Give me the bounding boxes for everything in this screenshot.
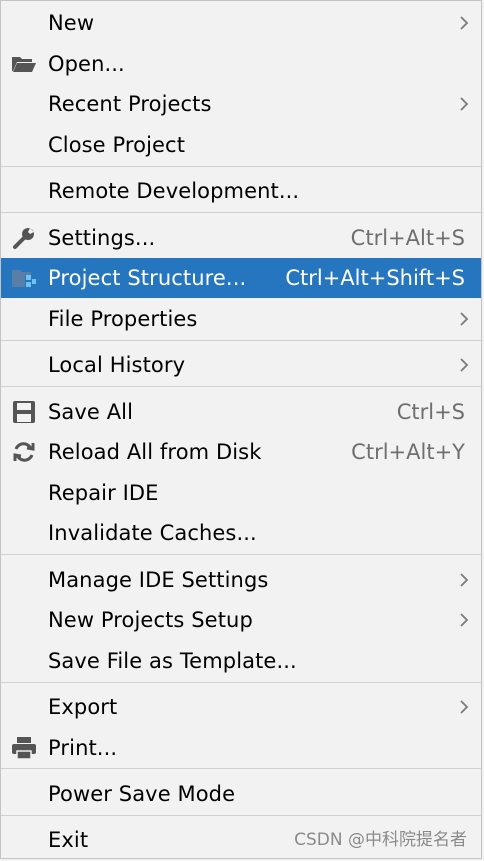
menu-item-local-history[interactable]: Local History [1, 345, 481, 385]
reload-icon [11, 439, 37, 465]
menu-item-save-file-as-template[interactable]: Save File as Template... [1, 641, 481, 681]
shortcut-text: Ctrl+Alt+Y [351, 440, 465, 464]
menu-separator [1, 340, 481, 341]
menu-separator [1, 815, 481, 816]
shortcut-text: Ctrl+S [396, 400, 465, 424]
menu-item-recent-projects[interactable]: Recent Projects [1, 84, 481, 124]
menu-item-settings[interactable]: Settings... Ctrl+Alt+S [1, 218, 481, 258]
menu-item-label: Manage IDE Settings [48, 568, 269, 592]
menu-separator [1, 212, 481, 213]
menu-item-new-projects-setup[interactable]: New Projects Setup [1, 600, 481, 640]
save-icon [11, 399, 37, 425]
project-structure-icon [11, 265, 37, 291]
menu-item-label: New Projects Setup [48, 608, 253, 632]
menu-item-label: Remote Development... [48, 179, 300, 203]
menu-item-label: Invalidate Caches... [48, 521, 257, 545]
menu-separator [1, 682, 481, 683]
menu-item-label: File Properties [48, 307, 198, 331]
chevron-right-icon [460, 358, 469, 372]
printer-icon [11, 735, 37, 761]
menu-separator [1, 386, 481, 387]
wrench-icon [11, 225, 37, 251]
menu-item-save-all[interactable]: Save All Ctrl+S [1, 392, 481, 432]
chevron-right-icon [460, 613, 469, 627]
shortcut-text: Ctrl+Alt+S [350, 226, 465, 250]
menu-item-close-project[interactable]: Close Project [1, 125, 481, 165]
menu-item-label: Reload All from Disk [48, 440, 262, 464]
menu-separator [1, 166, 481, 167]
menu-separator [1, 768, 481, 769]
menu-item-file-properties[interactable]: File Properties [1, 299, 481, 339]
menu-item-label: Recent Projects [48, 92, 212, 116]
menu-item-project-structure[interactable]: Project Structure... Ctrl+Alt+Shift+S [1, 258, 481, 298]
menu-item-new[interactable]: New [1, 3, 481, 43]
menu-item-label: Save File as Template... [48, 649, 297, 673]
menu-separator [1, 554, 481, 555]
chevron-right-icon [460, 573, 469, 587]
menu-item-label: Close Project [48, 133, 186, 157]
menu-item-manage-ide-settings[interactable]: Manage IDE Settings [1, 560, 481, 600]
menu-item-label: Print... [48, 736, 118, 760]
menu-item-remote-development[interactable]: Remote Development... [1, 171, 481, 211]
menu-item-power-save-mode[interactable]: Power Save Mode [1, 774, 481, 814]
menu-item-open[interactable]: Open... [1, 44, 481, 84]
menu-item-reload-all-from-disk[interactable]: Reload All from Disk Ctrl+Alt+Y [1, 432, 481, 472]
menu-item-label: Save All [48, 400, 134, 424]
menu-item-label: Exit [48, 828, 89, 852]
menu-item-label: Settings... [48, 226, 156, 250]
menu-item-print[interactable]: Print... [1, 728, 481, 768]
shortcut-text: Ctrl+Alt+Shift+S [285, 266, 465, 290]
folder-open-icon [11, 51, 37, 77]
chevron-right-icon [460, 97, 469, 111]
menu-item-label: Export [48, 695, 118, 719]
menu-item-label: Project Structure... [48, 266, 247, 290]
menu-item-invalidate-caches[interactable]: Invalidate Caches... [1, 513, 481, 553]
menu-item-repair-ide[interactable]: Repair IDE [1, 473, 481, 513]
chevron-right-icon [460, 700, 469, 714]
chevron-right-icon [460, 312, 469, 326]
menu-item-export[interactable]: Export [1, 687, 481, 727]
watermark-text: CSDN @中科院提名者 [294, 830, 467, 850]
menu-item-label: Local History [48, 353, 186, 377]
menu-item-label: Repair IDE [48, 481, 159, 505]
menu-item-label: New [48, 11, 95, 35]
menu-item-label: Power Save Mode [48, 782, 236, 806]
chevron-right-icon [460, 16, 469, 30]
menu-item-label: Open... [48, 52, 125, 76]
file-menu: New Open... Recent Projects Close Projec… [0, 0, 482, 859]
